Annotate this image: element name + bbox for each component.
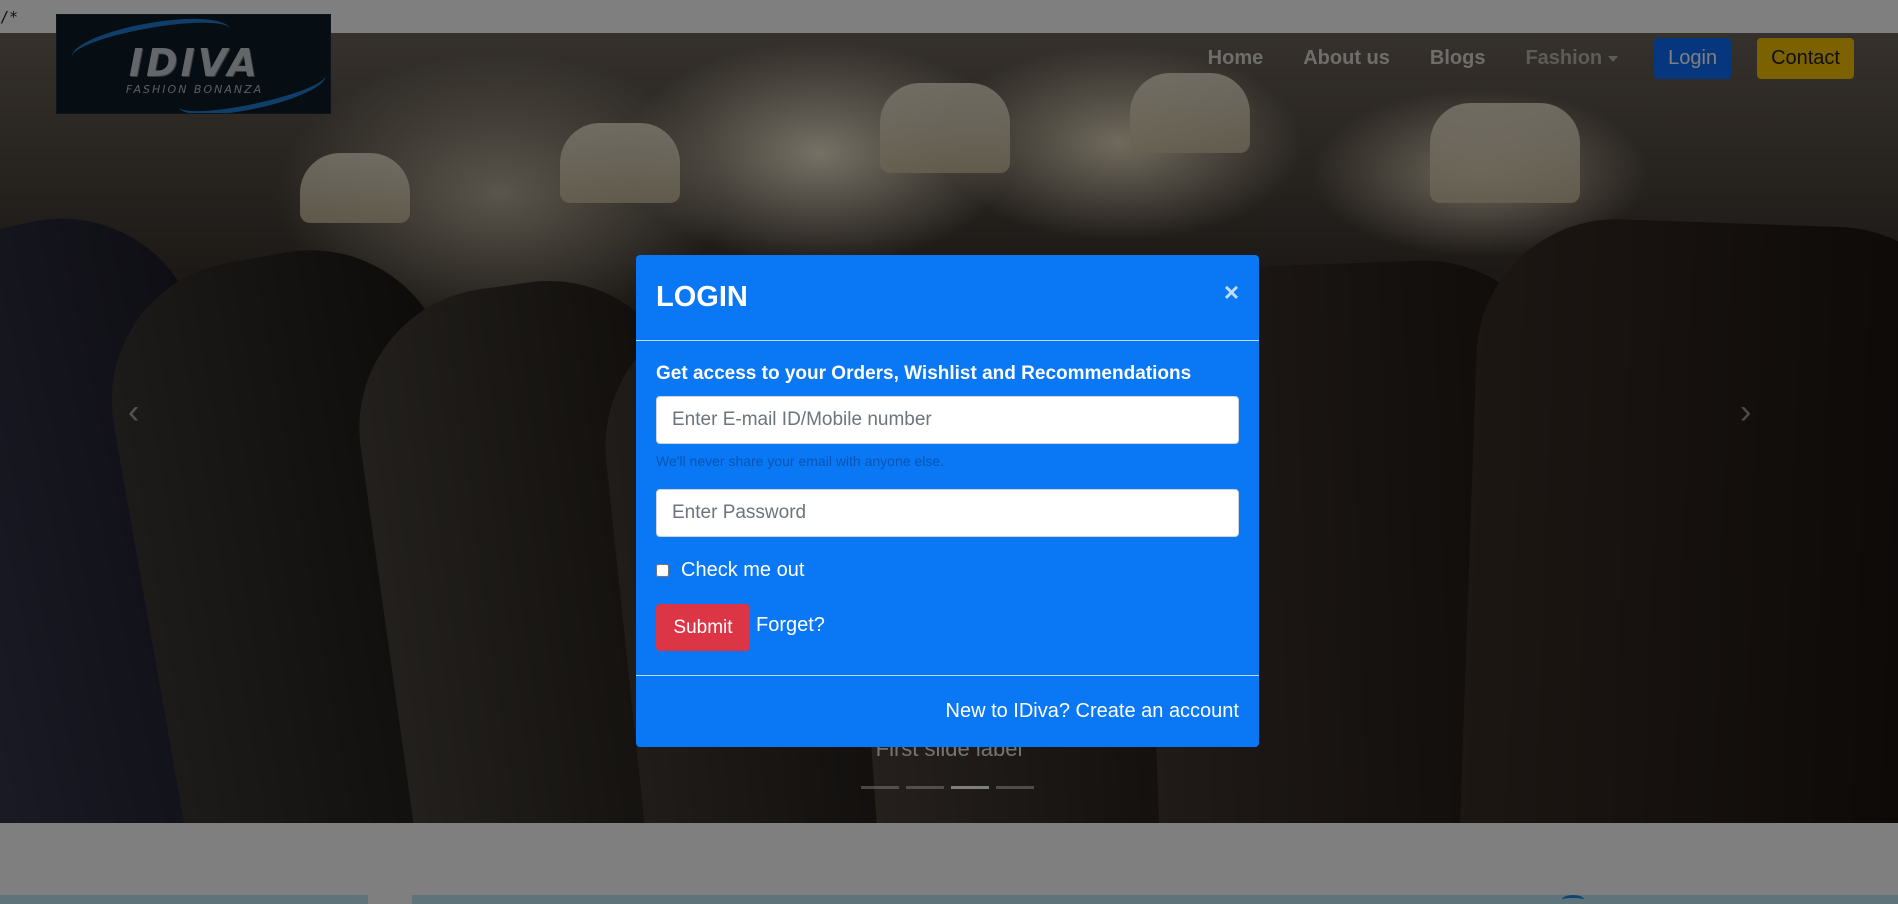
submit-button[interactable]: Submit: [656, 604, 750, 651]
email-hint: We'll never share your email with anyone…: [656, 453, 944, 469]
create-account-link[interactable]: New to IDiva? Create an account: [946, 700, 1240, 723]
checkbox-label[interactable]: Check me out: [681, 559, 804, 582]
email-input[interactable]: [656, 396, 1239, 444]
action-row: Submit Forget?: [656, 604, 1239, 651]
modal-lead-text: Get access to your Orders, Wishlist and …: [656, 363, 1192, 384]
modal-body: Get access to your Orders, Wishlist and …: [656, 363, 1239, 651]
modal-header: LOGIN ×: [636, 255, 1259, 341]
password-input[interactable]: [656, 489, 1239, 537]
modal-title: LOGIN: [656, 281, 748, 313]
close-icon[interactable]: ×: [1224, 277, 1239, 308]
remember-row: Check me out: [656, 559, 1239, 582]
check-me-out-checkbox[interactable]: [656, 564, 669, 577]
login-modal: LOGIN × Get access to your Orders, Wishl…: [636, 255, 1259, 747]
modal-footer: New to IDiva? Create an account: [636, 675, 1259, 747]
forget-link[interactable]: Forget?: [756, 614, 825, 637]
